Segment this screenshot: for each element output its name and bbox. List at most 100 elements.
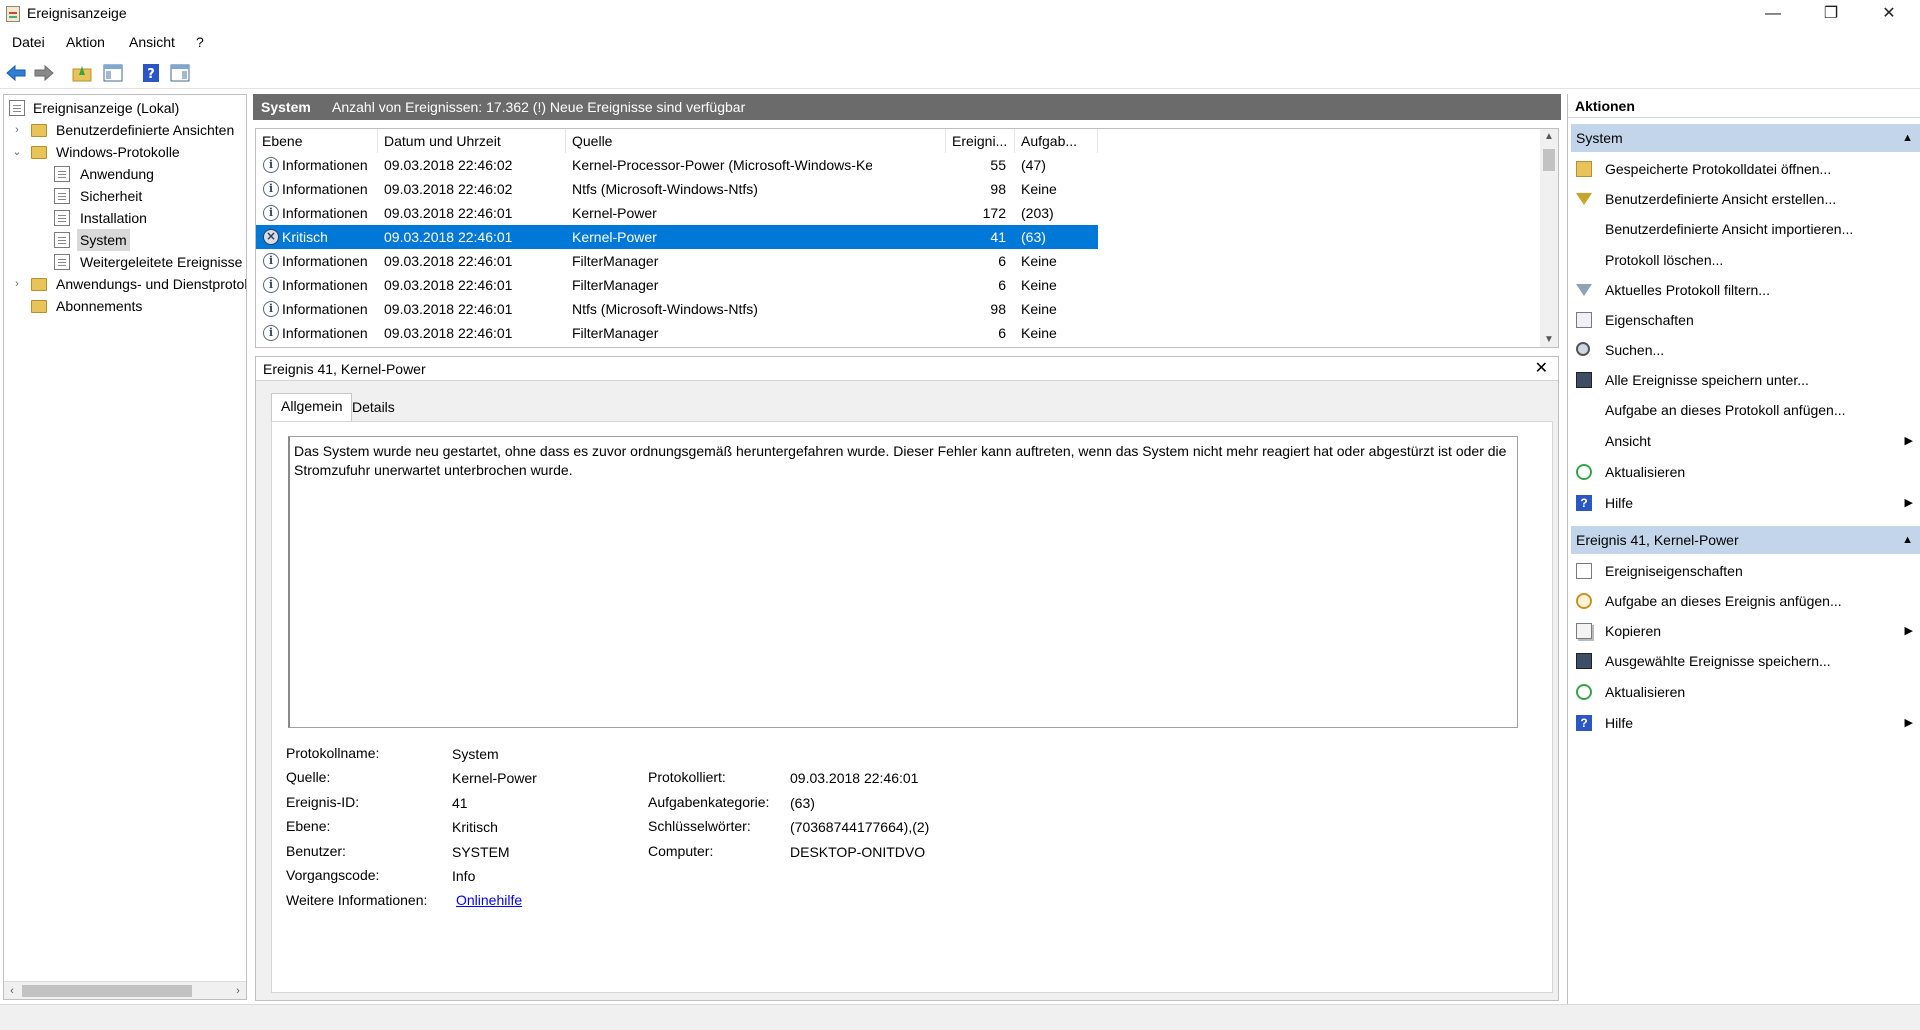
tree-item-installation[interactable]: Installation (4, 207, 244, 229)
collapse-icon[interactable]: ▲ (1902, 526, 1913, 554)
table-row[interactable]: i Informationen 09.03.2018 22:46:02 Ntfs (M… (256, 177, 1098, 201)
online-help-link[interactable]: Onlinehilfe (456, 892, 522, 908)
actions-pane: Aktionen System ▲ Gespeicherte Protokoll… (1567, 94, 1920, 1004)
column-header-aufgabe[interactable]: Aufgab... (1015, 129, 1098, 153)
tree-item-system[interactable]: System (4, 229, 244, 251)
show-hide-actions-icon[interactable] (169, 63, 191, 83)
actions-section-system[interactable]: System ▲ (1571, 124, 1920, 152)
label-protokolliert: Protokolliert: (648, 769, 726, 785)
value-quelle: Kernel-Power (452, 770, 537, 786)
menu-datei[interactable]: Datei (12, 34, 45, 50)
action-item[interactable]: Protokoll löschen... (1571, 247, 1920, 273)
tree-item-subscriptions[interactable]: Abonnements (4, 295, 244, 317)
collapse-icon[interactable]: ⌄ (11, 141, 23, 163)
cell-date: 09.03.2018 22:46:02 (384, 157, 513, 173)
log-icon (54, 232, 70, 248)
action-item[interactable]: Aufgabe an dieses Ereignis anfügen... (1571, 588, 1920, 614)
action-item[interactable]: Benutzerdefinierte Ansicht importieren..… (1571, 216, 1920, 242)
scroll-up-icon[interactable]: ▲ (1540, 131, 1558, 142)
action-label: Ausgewählte Ereignisse speichern... (1605, 653, 1831, 669)
column-header-quelle[interactable]: Quelle (566, 129, 946, 153)
scroll-down-icon[interactable]: ▼ (1540, 334, 1558, 345)
menu-ansicht[interactable]: Ansicht (129, 34, 175, 50)
action-item[interactable]: Ereigniseigenschaften (1571, 558, 1920, 584)
event-viewer-icon (9, 100, 25, 116)
table-row[interactable]: i Informationen 09.03.2018 22:46:01 FilterM… (256, 321, 1098, 345)
action-item[interactable]: Aktualisieren (1571, 679, 1920, 705)
back-arrow-icon[interactable] (5, 63, 27, 83)
action-item[interactable]: Ausgewählte Ereignisse speichern... (1571, 648, 1920, 674)
svg-text:?: ? (147, 67, 155, 82)
events-vertical-scrollbar[interactable]: ▲ ▼ (1540, 129, 1558, 347)
tree-item-forwarded-events[interactable]: Weitergeleitete Ereignisse (4, 251, 244, 273)
table-row[interactable]: i Informationen 09.03.2018 22:46:01 FilterM… (256, 273, 1098, 297)
label-protokollname: Protokollname: (286, 745, 380, 761)
table-row[interactable]: i Informationen 09.03.2018 22:46:02 Kernel-… (256, 153, 1098, 177)
tree-item-label: Anwendungs- und Dienstprotokolle (56, 276, 246, 292)
cell-date: 09.03.2018 22:46:01 (384, 205, 513, 221)
up-folder-icon[interactable] (71, 63, 93, 83)
submenu-arrow-icon: ▶ (1904, 625, 1913, 637)
action-item[interactable]: ? Hilfe ▶ (1571, 490, 1920, 516)
action-item[interactable]: Suchen... (1571, 337, 1920, 363)
action-item[interactable]: Aktualisieren (1571, 459, 1920, 485)
restore-button[interactable]: ❐ (1802, 0, 1860, 28)
table-row[interactable]: i Informationen 09.03.2018 22:46:01 Kernel-… (256, 201, 1098, 225)
actions-section-event[interactable]: Ereignis 41, Kernel-Power ▲ (1571, 526, 1920, 554)
scrollbar-thumb[interactable] (22, 985, 192, 997)
critical-icon: × (263, 229, 279, 245)
menu-aktion[interactable]: Aktion (66, 34, 105, 50)
show-hide-tree-icon[interactable] (102, 63, 124, 83)
log-icon (54, 210, 70, 226)
scroll-right-icon[interactable]: › (230, 982, 246, 999)
expand-icon[interactable]: › (11, 273, 23, 295)
action-item[interactable]: ? Hilfe ▶ (1571, 710, 1920, 736)
cell-event-id: 55 (990, 157, 1006, 173)
tab-allgemein[interactable]: Allgemein (271, 393, 353, 421)
menu-help[interactable]: ? (196, 34, 204, 50)
action-item[interactable]: Aufgabe an dieses Protokoll anfügen... (1571, 397, 1920, 423)
tree-item-label: Abonnements (56, 298, 143, 314)
label-quelle: Quelle: (286, 769, 331, 785)
expand-icon[interactable]: › (11, 119, 23, 141)
tree-item-custom-views[interactable]: › Benutzerdefinierte Ansichten (4, 119, 244, 141)
minimize-button[interactable]: — (1744, 0, 1802, 28)
cell-source: Kernel-Processor-Power (Microsoft-Window… (572, 157, 872, 173)
tree-item-anwendung[interactable]: Anwendung (4, 163, 244, 185)
close-icon[interactable]: ✕ (1535, 357, 1548, 381)
tree-horizontal-scrollbar[interactable]: ‹ › (4, 981, 246, 999)
tree-item-app-service-logs[interactable]: › Anwendungs- und Dienstprotokolle (4, 273, 246, 295)
action-label: Eigenschaften (1605, 312, 1694, 328)
label-vorgangscode: Vorgangscode: (286, 867, 380, 883)
close-button[interactable]: ✕ (1860, 0, 1918, 28)
column-header-ebene[interactable]: Ebene (256, 129, 378, 153)
tree-item-label: Installation (80, 210, 147, 226)
scroll-left-icon[interactable]: ‹ (4, 982, 20, 999)
action-item[interactable]: Gespeicherte Protokolldatei öffnen... (1571, 156, 1920, 182)
action-item[interactable]: Benutzerdefinierte Ansicht erstellen... (1571, 186, 1920, 212)
action-item[interactable]: Alle Ereignisse speichern unter... (1571, 367, 1920, 393)
action-item[interactable]: Eigenschaften (1571, 307, 1920, 333)
tab-details[interactable]: Details (343, 395, 404, 421)
tree-item-windows-logs[interactable]: ⌄ Windows-Protokolle (4, 141, 244, 163)
log-icon (54, 166, 70, 182)
tree-item-root[interactable]: Ereignisanzeige (Lokal) (4, 97, 244, 119)
table-row[interactable]: i Informationen 09.03.2018 22:46:01 Ntfs (M… (256, 297, 1098, 321)
table-row[interactable]: i Informationen 09.03.2018 22:46:01 FilterM… (256, 249, 1098, 273)
help-icon[interactable]: ? (140, 63, 162, 83)
value-computer: DESKTOP-ONITDVO (790, 844, 926, 860)
action-item[interactable]: Ansicht ▶ (1571, 428, 1920, 454)
tree-item-sicherheit[interactable]: Sicherheit (4, 185, 244, 207)
cell-source: Ntfs (Microsoft-Windows-Ntfs) (572, 181, 758, 197)
action-item[interactable]: Aktuelles Protokoll filtern... (1571, 277, 1920, 303)
action-item[interactable]: Kopieren ▶ (1571, 618, 1920, 644)
column-header-ereignis-id[interactable]: Ereigni... (946, 129, 1015, 153)
table-row[interactable]: × Kritisch 09.03.2018 22:46:01 Kernel-Power… (256, 225, 1098, 249)
forward-arrow-icon[interactable] (33, 63, 55, 83)
collapse-icon[interactable]: ▲ (1902, 124, 1913, 152)
scrollbar-thumb[interactable] (1543, 149, 1555, 171)
action-label: Aktualisieren (1605, 464, 1686, 480)
column-header-datum[interactable]: Datum und Uhrzeit (378, 129, 566, 153)
event-properties-icon (1576, 563, 1592, 579)
value-protokollname: System (452, 746, 499, 762)
